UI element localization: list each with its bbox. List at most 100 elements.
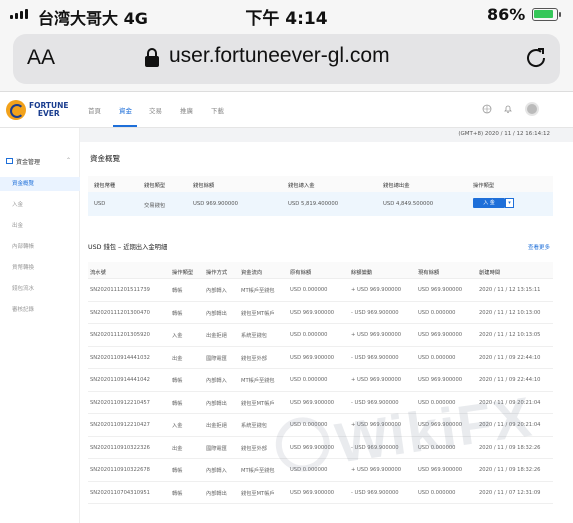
header-cell: 原有餘額	[290, 270, 312, 276]
serial-number: SN2020110914441032	[90, 354, 150, 361]
fund-flow: 錢包至外部	[241, 445, 267, 452]
fund-flow: 錢包至MT帳戶	[241, 490, 275, 497]
created-time: 2020 / 11 / 12 10:13:00	[479, 309, 541, 316]
fortune-ever-logo[interactable]: FORTUNE EVER	[6, 100, 69, 120]
created-time: 2020 / 11 / 09 22:44:10	[479, 377, 541, 383]
nav-home[interactable]: 首頁	[88, 105, 101, 115]
current-balance: USD 969.900000	[418, 467, 463, 473]
operation-type: 轉帳	[172, 310, 183, 317]
sidebar-item-overview[interactable]: 資金概覽	[0, 177, 80, 191]
serial-number: SN2020110912210457	[90, 399, 150, 406]
operation-type: 轉帳	[172, 490, 183, 497]
header-cell: 錢包總入金	[288, 183, 315, 189]
current-balance: USD 0.000000	[418, 309, 456, 316]
operation-method: 國際電匯	[206, 355, 227, 362]
sidebar-group-label: 資金管理	[16, 159, 41, 166]
notification-bell-icon[interactable]	[503, 104, 513, 114]
header-cell: 錢包類型	[144, 183, 166, 189]
nav-active-indicator	[113, 125, 137, 127]
header-cell: 流水號	[90, 270, 106, 276]
header-cell: 操作類型	[473, 183, 495, 189]
fund-flow: MT帳戶至錢包	[241, 288, 275, 294]
language-icon[interactable]	[482, 104, 492, 114]
table-row: SN2020110704310951 轉帳 內部轉出 錢包至MT帳戶 USD 969.9…	[88, 482, 553, 504]
previous-balance: USD 969.900000	[290, 354, 335, 361]
transactions-table-header: 流水號 操作類型 操作方式 資金流向 原有餘額 餘額變動 現有餘額 創建時間	[88, 262, 553, 279]
recent-transactions-title: USD 錢包 – 近期出入金明細	[88, 244, 168, 251]
sidebar-item-wallet-history[interactable]: 錢包流水	[0, 282, 80, 296]
nav-funds[interactable]: 資金	[119, 105, 132, 115]
server-time: (GMT+8) 2020 / 11 / 12 16:14:12	[458, 131, 550, 137]
balance-change: + USD 969.900000	[351, 332, 402, 338]
balance-change: - USD 969.900000	[351, 309, 399, 316]
reader-settings-button[interactable]: AA	[27, 46, 55, 70]
serial-number: SN2020110912210427	[90, 422, 150, 428]
sidebar-group-fund-management[interactable]: 資金管理 ⌃	[0, 154, 80, 170]
site-header: FORTUNE EVER 首頁 資金 交易 推廣 下載	[0, 92, 573, 128]
wallet-total-deposit: USD 5,819.400000	[288, 201, 339, 207]
deposit-button[interactable]: 入 金	[473, 198, 505, 208]
previous-balance: USD 0.000000	[290, 377, 328, 383]
main-content: 資金概覽 錢包幣種 錢包類型 錢包餘額 錢包總入金 錢包總出金 操作類型 USD…	[80, 142, 573, 523]
address-bar[interactable]: AA user.fortuneever-gl.com	[13, 34, 560, 84]
serial-number: SN2020111201305920	[90, 332, 150, 338]
sidebar: 資金管理 ⌃ 資金概覽 入金 出金 內部轉帳 貨幣轉換 錢包流水 審核記錄	[0, 128, 80, 523]
reload-icon[interactable]	[524, 46, 548, 70]
created-time: 2020 / 11 / 09 22:44:10	[479, 354, 541, 361]
operation-method: 出金拒絕	[206, 333, 227, 339]
operation-method: 內部轉出	[206, 310, 227, 317]
chevron-up-icon: ⌃	[66, 157, 72, 164]
created-time: 2020 / 11 / 12 13:15:11	[479, 287, 541, 293]
view-more-link[interactable]: 查看更多	[528, 243, 550, 251]
current-balance: USD 969.900000	[418, 332, 463, 338]
serial-number: SN2020110910322678	[90, 467, 150, 473]
header-cell: 餘額變動	[351, 270, 373, 276]
balance-change: + USD 969.900000	[351, 287, 402, 293]
nav-trade[interactable]: 交易	[149, 105, 162, 115]
header-cell: 操作類型	[172, 270, 194, 276]
table-row: SN2020111201300470 轉帳 內部轉出 錢包至MT帳戶 USD 969.9…	[88, 302, 553, 324]
created-time: 2020 / 11 / 12 10:13:05	[479, 332, 541, 338]
browser-toolbar: AA user.fortuneever-gl.com	[0, 30, 573, 92]
current-balance: USD 0.000000	[418, 489, 456, 496]
serial-number: SN2020110914441042	[90, 377, 150, 383]
sidebar-item-internal-transfer[interactable]: 內部轉帳	[0, 240, 80, 254]
previous-balance: USD 0.000000	[290, 332, 328, 338]
url-text[interactable]: user.fortuneever-gl.com	[169, 44, 390, 68]
more-actions-dropdown[interactable]: ▾	[505, 198, 514, 208]
sidebar-item-withdraw[interactable]: 出金	[0, 219, 80, 233]
balance-change: - USD 969.900000	[351, 354, 399, 361]
operation-method: 國際電匯	[206, 445, 227, 452]
sidebar-item-currency-exchange[interactable]: 貨幣轉換	[0, 261, 80, 275]
user-avatar[interactable]	[525, 102, 539, 116]
operation-method: 內部轉入	[206, 288, 227, 294]
ios-status-bar: 台湾大哥大 4G 下午 4:14 86%	[0, 0, 573, 30]
wallet-balance: USD 969.900000	[193, 201, 239, 207]
previous-balance: USD 0.000000	[290, 287, 328, 293]
sidebar-item-deposit[interactable]: 入金	[0, 198, 80, 212]
serial-number: SN2020110704310951	[90, 489, 150, 496]
wallet-total-withdrawal: USD 4,849.500000	[383, 201, 434, 207]
table-row: SN2020111201511739 轉帳 內部轉入 MT帳戶至錢包 USD 0.000…	[88, 279, 553, 302]
nav-promotion[interactable]: 推廣	[180, 105, 193, 115]
fund-flow: 系統至錢包	[241, 423, 267, 429]
header-cell: 錢包幣種	[94, 183, 116, 189]
operation-method: 出金拒絕	[206, 423, 227, 429]
created-time: 2020 / 11 / 07 12:31:09	[479, 489, 541, 496]
fund-flow: 系統至錢包	[241, 333, 267, 339]
page-title: 資金概覽	[90, 154, 120, 163]
overview-table-header: 錢包幣種 錢包類型 錢包餘額 錢包總入金 錢包總出金 操作類型	[88, 176, 553, 192]
serial-number: SN2020111201300470	[90, 309, 150, 316]
created-time: 2020 / 11 / 09 18:32:26	[479, 467, 541, 473]
current-balance: USD 0.000000	[418, 354, 456, 361]
table-row: SN2020110914441042 轉帳 內部轉入 MT帳戶至錢包 USD 0.000…	[88, 369, 553, 392]
logo-mark-icon	[6, 100, 26, 120]
wallet-icon	[6, 158, 13, 164]
nav-download[interactable]: 下載	[211, 105, 224, 115]
operation-type: 入金	[172, 423, 183, 429]
sidebar-item-review-records[interactable]: 審核記錄	[0, 303, 80, 317]
previous-balance: USD 969.900000	[290, 489, 335, 496]
operation-method: 內部轉出	[206, 400, 227, 407]
serial-number: SN2020110910322326	[90, 444, 150, 451]
current-balance: USD 969.900000	[418, 287, 463, 293]
